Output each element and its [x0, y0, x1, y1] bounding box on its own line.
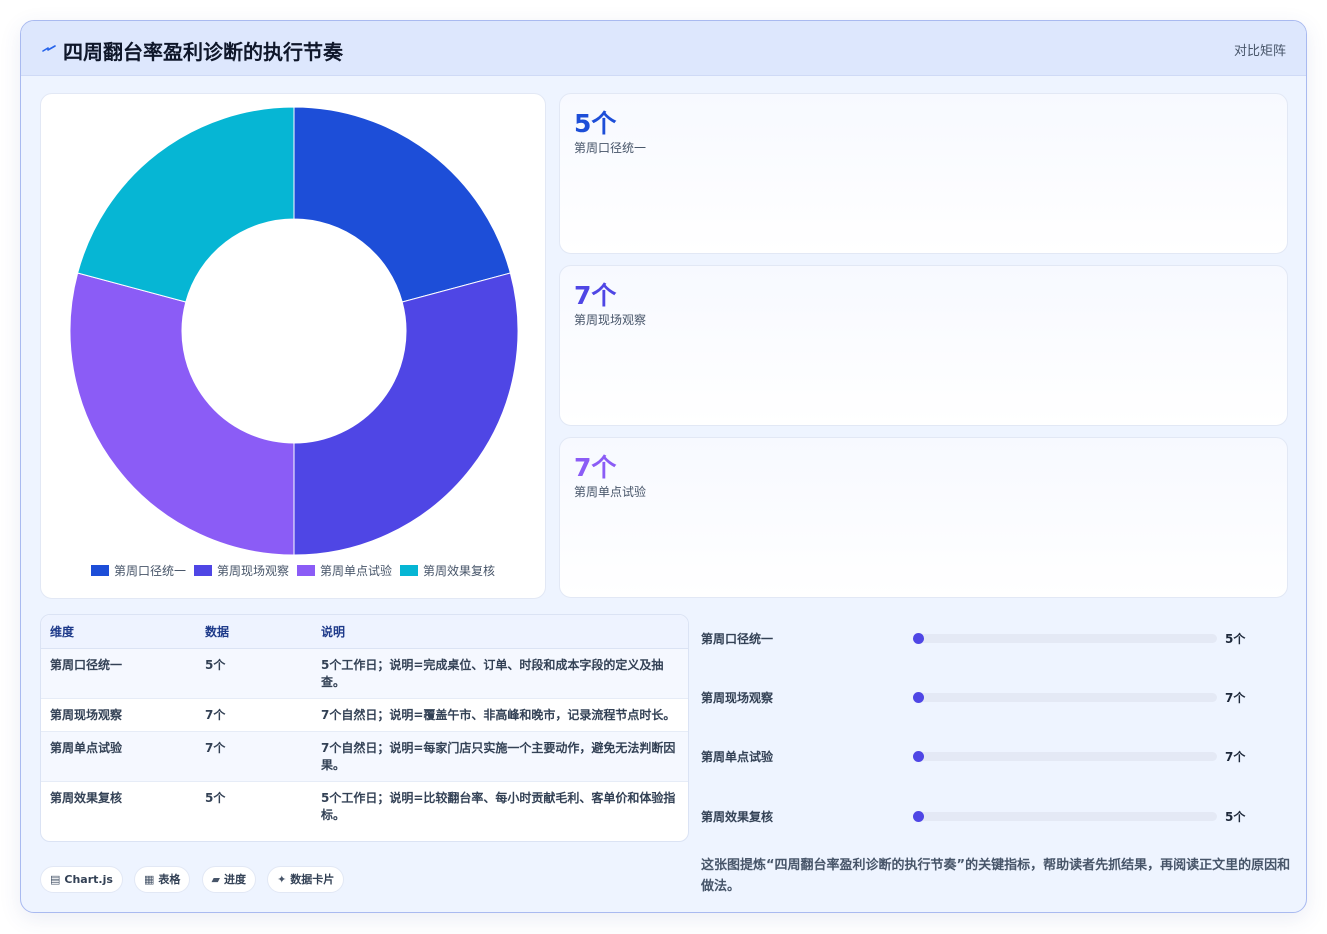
table-header-cell: 数据 — [196, 615, 312, 649]
lightning-icon — [42, 45, 56, 52]
progress-label: 第周口径统一 — [701, 632, 774, 646]
progress-value: 5个 — [1225, 632, 1246, 646]
table-icon: ▦ — [144, 873, 155, 886]
progress-dot — [913, 692, 924, 703]
doughnut-slice[interactable] — [293, 106, 511, 303]
doughnut-slice[interactable] — [69, 272, 295, 556]
progress-row: 第周口径统一 5个 — [701, 628, 1281, 648]
table-row: 第周效果复核 5个 5个工作日；说明=比较翻台率、每小时贡献毛利、客单价和体验指… — [41, 781, 688, 831]
progress-row: 第周效果复核 5个 — [701, 806, 1281, 826]
data-table-card: 维度 数据 说明 第周口径统一 5个 5个工作日；说明=完成桌位、订单、时段和成… — [40, 614, 689, 842]
table-cell: 7个自然日；说明=覆盖午市、非高峰和晚市，记录流程节点时长。 — [312, 698, 688, 732]
badge-chartjs: ▤ Chart.js — [40, 866, 123, 893]
stat-value: 5个 — [574, 109, 617, 138]
legend-label: 第周单点试验 — [320, 564, 393, 578]
page-title: 四周翻台率盈利诊断的执行节奏 — [63, 40, 343, 64]
legend-item[interactable]: 第周单点试验 — [297, 562, 392, 579]
header-tag: 对比矩阵 — [1233, 44, 1286, 59]
doughnut-chart-card: 第周口径统一 第周现场观察 第周单点试验 第周效果复核 — [40, 93, 546, 599]
badge-table: ▦ 表格 — [134, 866, 191, 893]
legend-item[interactable]: 第周口径统一 — [90, 562, 186, 579]
badge-list: ▤ Chart.js ▦ 表格 ▰ 进度 ✦ 数据卡片 — [40, 866, 350, 894]
legend-label: 第周现场观察 — [216, 564, 289, 578]
table-cell: 第周单点试验 — [41, 731, 196, 782]
badge-data-cards: ✦ 数据卡片 — [267, 866, 345, 893]
stat-label: 第周口径统一 — [574, 141, 647, 155]
stat-card: 5个 第周口径统一 — [559, 93, 1288, 254]
legend-swatch — [400, 565, 419, 576]
table-cell: 第周现场观察 — [41, 698, 196, 732]
table-cell: 5个工作日；说明=比较翻台率、每小时贡献毛利、客单价和体验指标。 — [321, 790, 676, 822]
progress-value: 5个 — [1225, 810, 1246, 824]
legend-item[interactable]: 第周现场观察 — [193, 562, 289, 579]
footnote: 这张图提炼“四周翻台率盈利诊断的执行节奏”的关键指标，帮助读者先抓结果，再阅读正… — [701, 858, 1291, 894]
legend-swatch — [193, 565, 212, 576]
stat-label: 第周单点试验 — [574, 485, 647, 499]
doughnut-chart — [69, 106, 519, 556]
badge-label: Chart.js — [64, 873, 113, 886]
badge-progress: ▰ 进度 — [201, 866, 256, 893]
table-cell: 7个 — [196, 698, 312, 732]
doughnut-slice[interactable] — [293, 272, 519, 556]
progress-label: 第周现场观察 — [701, 691, 774, 705]
stat-label: 第周现场观察 — [574, 313, 647, 327]
stat-value: 7个 — [574, 453, 617, 482]
progress-row: 第周单点试验 7个 — [701, 746, 1281, 766]
table-row: 第周现场观察 7个 7个自然日；说明=覆盖午市、非高峰和晚市，记录流程节点时长。 — [41, 698, 688, 732]
table-row: 第周单点试验 7个 7个自然日；说明=每家门店只实施一个主要动作，避免无法判断因… — [41, 731, 688, 782]
chart-icon: ▤ — [50, 873, 61, 886]
chart-legend: 第周口径统一 第周现场观察 第周单点试验 第周效果复核 — [41, 562, 545, 579]
progress-track — [913, 633, 1217, 644]
legend-label: 第周口径统一 — [113, 564, 186, 578]
header: 四周翻台率盈利诊断的执行节奏 对比矩阵 — [21, 21, 1306, 76]
progress-label: 第周单点试验 — [701, 750, 774, 764]
stat-card: 7个 第周单点试验 — [559, 437, 1288, 598]
table-cell: 7个自然日；说明=每家门店只实施一个主要动作，避免无法判断因果。 — [312, 731, 688, 782]
legend-item[interactable]: 第周效果复核 — [400, 562, 495, 579]
stat-card: 7个 第周现场观察 — [559, 265, 1288, 426]
progress-label: 第周效果复核 — [701, 810, 774, 824]
table-cell: 5个 — [205, 790, 226, 805]
table-cell: 7个 — [196, 731, 312, 782]
table-header-cell: 维度 — [41, 615, 196, 649]
progress-icon: ▰ — [211, 873, 220, 886]
table-cell: 第周口径统一 — [41, 648, 196, 699]
progress-value: 7个 — [1225, 691, 1246, 705]
badge-label: 表格 — [158, 873, 181, 886]
progress-dot — [913, 633, 924, 644]
progress-track — [913, 692, 1217, 703]
doughnut-slice[interactable] — [77, 106, 295, 303]
progress-dot — [913, 811, 924, 822]
legend-swatch — [90, 565, 109, 576]
progress-value: 7个 — [1225, 750, 1246, 764]
badge-label: 进度 — [223, 873, 246, 886]
progress-track — [913, 811, 1217, 822]
data-table: 维度 数据 说明 第周口径统一 5个 5个工作日；说明=完成桌位、订单、时段和成… — [41, 615, 688, 831]
table-header-row: 维度 数据 说明 — [41, 615, 688, 649]
progress-row: 第周现场观察 7个 — [701, 687, 1281, 707]
table-cell: 第周效果复核 — [50, 790, 123, 805]
table-header-cell: 说明 — [312, 615, 688, 649]
table-row: 第周口径统一 5个 5个工作日；说明=完成桌位、订单、时段和成本字段的定义及抽查… — [41, 648, 688, 699]
progress-dot — [913, 751, 924, 762]
badge-label: 数据卡片 — [290, 873, 335, 886]
table-cell: 5个 — [196, 648, 312, 699]
legend-swatch — [297, 565, 315, 576]
sparkle-icon: ✦ — [277, 873, 287, 886]
table-cell: 5个工作日；说明=完成桌位、订单、时段和成本字段的定义及抽查。 — [312, 648, 688, 699]
dashboard-frame: 四周翻台率盈利诊断的执行节奏 对比矩阵 第周口径统一 第周现场观察 第周单点试验 第周… — [20, 20, 1307, 913]
progress-track — [913, 751, 1217, 762]
legend-label: 第周效果复核 — [423, 564, 496, 578]
stat-value: 7个 — [574, 281, 617, 310]
